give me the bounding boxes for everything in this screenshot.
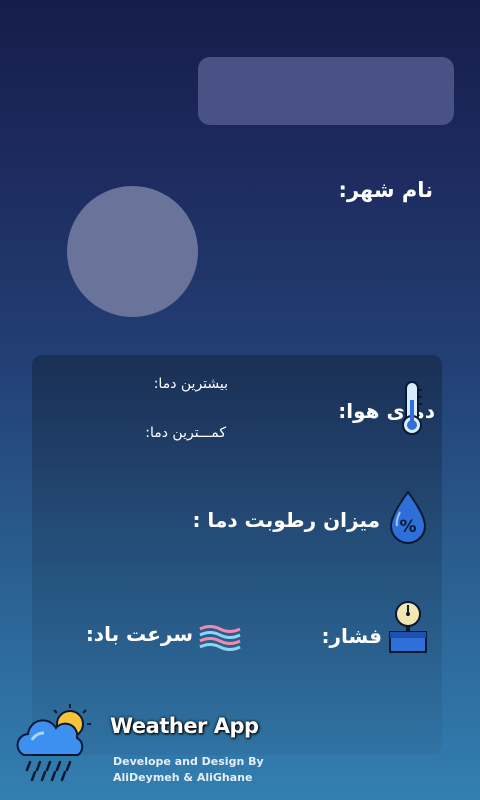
wind-speed-label: سرعت باد: xyxy=(85,622,193,646)
pressure-label: فشار: xyxy=(321,624,382,648)
weather-condition-icon xyxy=(67,186,198,317)
city-search-input[interactable] xyxy=(198,57,454,125)
app-title: Weather App xyxy=(110,714,259,738)
humidity-label: میزان رطوبت دما : xyxy=(192,508,380,532)
pressure-gauge-icon xyxy=(388,600,428,658)
cloud-sun-rain-icon xyxy=(14,700,100,788)
svg-text:%: % xyxy=(399,517,416,537)
authors-line: AliDeymeh & AliGhane xyxy=(113,771,253,784)
thermometer-icon xyxy=(399,380,427,442)
wind-icon xyxy=(198,624,242,656)
max-temp-label: بیشترین دما: xyxy=(153,376,228,392)
min-temp-label: کمـــترین دما: xyxy=(145,425,226,441)
city-name-label: نام شهر: xyxy=(338,178,433,202)
humidity-drop-icon: % xyxy=(388,490,428,548)
credit-line: Develope and Design By xyxy=(113,755,264,768)
